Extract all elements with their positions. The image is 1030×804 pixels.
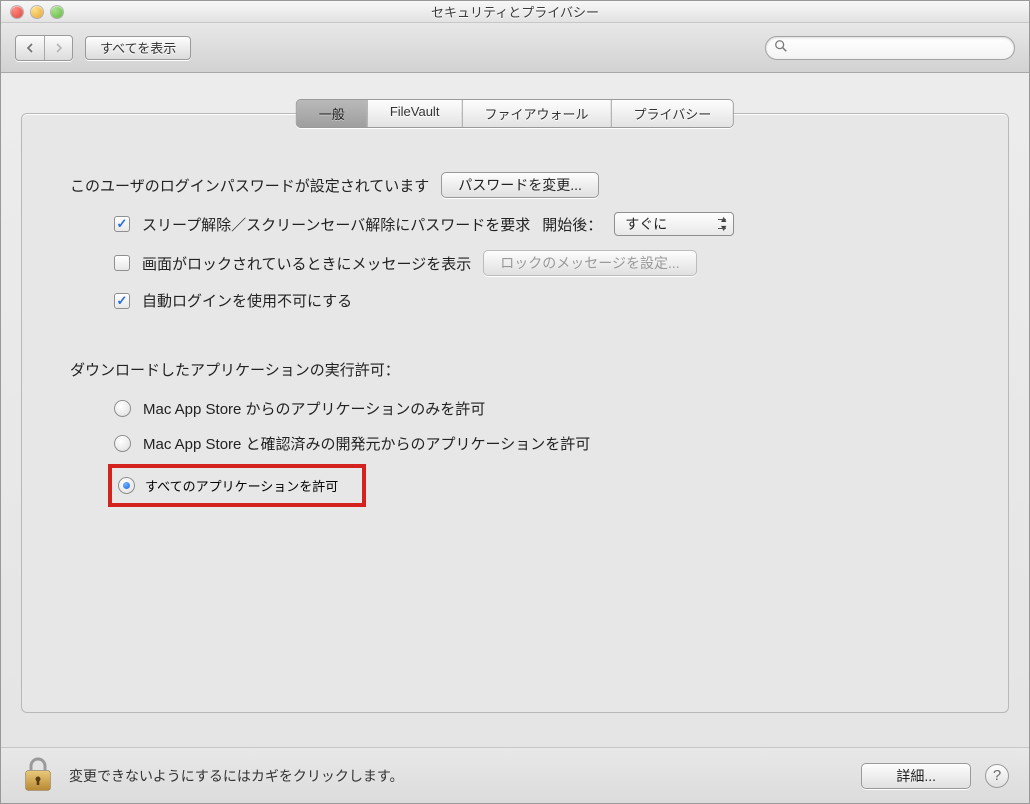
require-password-row: スリープ解除／スクリーンセーバ解除にパスワードを要求 開始後： すぐに ▲▼	[114, 212, 960, 236]
preferences-window: セキュリティとプライバシー すべてを表示 一般 FileVault ファイアウォ…	[0, 0, 1030, 804]
change-password-button[interactable]: パスワードを変更...	[441, 172, 599, 198]
gatekeeper-label-identified: Mac App Store と確認済みの開発元からのアプリケーションを許可	[143, 433, 590, 454]
lock-hint-text: 変更できないようにするにはカギをクリックします。	[69, 766, 403, 786]
help-button[interactable]: ?	[985, 764, 1009, 788]
toolbar: すべてを表示	[1, 23, 1029, 73]
password-set-row: このユーザのログインパスワードが設定されています パスワードを変更...	[70, 172, 960, 198]
close-window-button[interactable]	[11, 6, 23, 18]
show-lock-message-label: 画面がロックされているときにメッセージを表示	[142, 253, 471, 274]
gatekeeper-option-identified-row: Mac App Store と確認済みの開発元からのアプリケーションを許可	[114, 433, 960, 454]
gatekeeper-option-store-row: Mac App Store からのアプリケーションのみを許可	[114, 398, 960, 419]
disable-autologin-label: 自動ログインを使用不可にする	[142, 290, 352, 311]
gatekeeper-header: ダウンロードしたアプリケーションの実行許可：	[70, 359, 960, 380]
window-title: セキュリティとプライバシー	[1, 2, 1029, 21]
minimize-window-button[interactable]	[31, 6, 43, 18]
gatekeeper-option-anywhere-highlight: すべてのアプリケーションを許可	[108, 464, 366, 507]
search-field-wrap[interactable]	[765, 36, 1015, 60]
gatekeeper-label-anywhere: すべてのアプリケーションを許可	[145, 476, 338, 495]
set-lock-message-button: ロックのメッセージを設定...	[483, 250, 696, 276]
content: 一般 FileVault ファイアウォール プライバシー このユーザのログインパ…	[1, 73, 1029, 747]
require-password-delay-popup[interactable]: すぐに ▲▼	[614, 212, 734, 236]
tab-privacy[interactable]: プライバシー	[610, 100, 733, 127]
advanced-button[interactable]: 詳細...	[861, 763, 971, 789]
back-button[interactable]	[16, 36, 44, 60]
footer-right: 詳細... ?	[861, 763, 1009, 789]
search-input[interactable]	[793, 39, 1006, 56]
tab-bar: 一般 FileVault ファイアウォール プライバシー	[296, 99, 734, 128]
disable-autologin-checkbox[interactable]	[114, 293, 130, 309]
tab-filevault[interactable]: FileVault	[367, 100, 462, 127]
show-all-button[interactable]: すべてを表示	[85, 36, 191, 60]
gatekeeper-radio-identified[interactable]	[114, 435, 131, 452]
general-pane: このユーザのログインパスワードが設定されています パスワードを変更... スリー…	[21, 113, 1009, 713]
require-password-label: スリープ解除／スクリーンセーバ解除にパスワードを要求	[142, 214, 530, 235]
require-password-after-label: 開始後：	[542, 214, 602, 235]
footer: 変更できないようにするにはカギをクリックします。 詳細... ?	[1, 747, 1029, 803]
popup-arrow-icon: ▲▼	[719, 215, 728, 233]
show-lock-message-checkbox[interactable]	[114, 255, 130, 271]
window-controls	[11, 6, 63, 18]
nav-segment	[15, 35, 73, 61]
lock-icon[interactable]	[21, 755, 55, 796]
search-icon	[774, 39, 793, 56]
zoom-window-button[interactable]	[51, 6, 63, 18]
show-lock-message-row: 画面がロックされているときにメッセージを表示 ロックのメッセージを設定...	[114, 250, 960, 276]
gatekeeper-label-store: Mac App Store からのアプリケーションのみを許可	[143, 398, 485, 419]
titlebar: セキュリティとプライバシー	[1, 1, 1029, 23]
disable-autologin-row: 自動ログインを使用不可にする	[114, 290, 960, 311]
require-password-delay-value: すぐに	[625, 214, 667, 234]
tab-firewall[interactable]: ファイアウォール	[461, 100, 610, 127]
forward-button[interactable]	[44, 36, 72, 60]
require-password-checkbox[interactable]	[114, 216, 130, 232]
gatekeeper-radio-anywhere[interactable]	[118, 477, 135, 494]
tab-general[interactable]: 一般	[297, 100, 367, 127]
password-set-label: このユーザのログインパスワードが設定されています	[70, 175, 429, 196]
gatekeeper-radio-store[interactable]	[114, 400, 131, 417]
